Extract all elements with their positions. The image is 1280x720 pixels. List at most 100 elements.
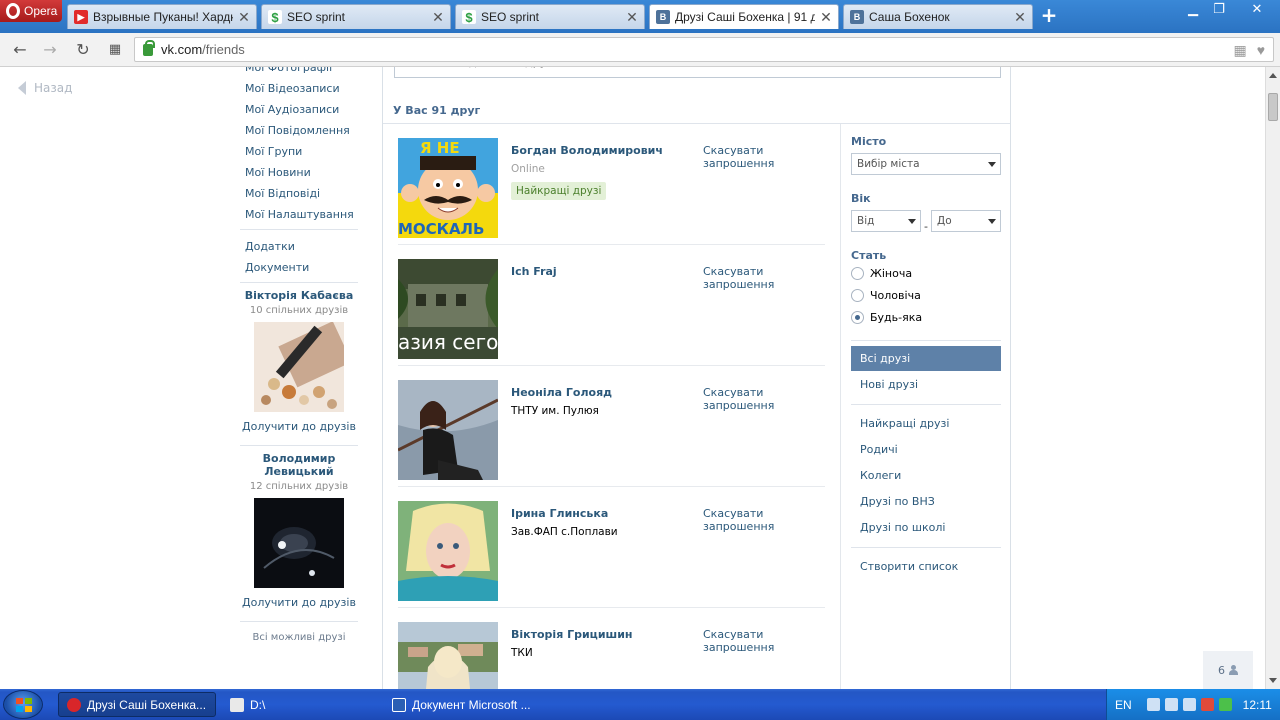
radio-icon	[851, 289, 864, 302]
vertical-scrollbar[interactable]	[1265, 67, 1280, 689]
speed-dial-icon[interactable]: ▦	[105, 40, 125, 60]
tray-app-icon[interactable]	[1146, 698, 1160, 711]
menu-my-settings[interactable]: Мої Налаштування	[240, 204, 360, 225]
close-icon[interactable]: ✕	[432, 9, 444, 26]
menu-apps[interactable]: Додатки	[240, 236, 360, 257]
create-list-link[interactable]: Створити список	[851, 554, 1001, 579]
folder-icon	[230, 697, 244, 712]
close-window-button[interactable]: ✕	[1244, 0, 1270, 20]
list-university-friends[interactable]: Друзі по ВНЗ	[851, 489, 1001, 514]
close-icon[interactable]: ✕	[238, 9, 250, 26]
sex-radio-male[interactable]: Чоловіча	[851, 289, 921, 302]
city-select[interactable]: Вибір міста	[851, 153, 1001, 175]
menu-my-videos[interactable]: Мої Відеозаписи	[240, 78, 360, 99]
sex-radio-any[interactable]: Будь-яка	[851, 311, 922, 324]
start-button[interactable]	[3, 690, 43, 719]
network-icon[interactable]	[1164, 698, 1178, 711]
friend-avatar[interactable]: Я НЕ МОСКАЛЬ	[398, 138, 498, 238]
opera-menu-button[interactable]: Opera	[0, 0, 62, 22]
menu-my-audio[interactable]: Мої Аудіозаписи	[240, 99, 360, 120]
menu-my-messages[interactable]: Мої Повідомлення	[240, 120, 360, 141]
cancel-request-link[interactable]: Скасувати запрошення	[703, 265, 783, 291]
back-link[interactable]: Назад	[18, 81, 72, 95]
back-arrow-icon[interactable]: ←	[10, 40, 30, 60]
suggestion-photo[interactable]	[254, 498, 344, 588]
speaker-icon[interactable]	[1182, 698, 1196, 711]
cancel-request-link[interactable]: Скасувати запрошення	[703, 507, 783, 533]
friend-name[interactable]: Ірина Глинська	[511, 507, 608, 520]
suggestion-common-friends[interactable]: 10 спільних друзів	[240, 305, 358, 316]
friend-avatar[interactable]: азия сего	[398, 259, 498, 359]
tab-vk-profile[interactable]: В Саша Бохенок ✕	[843, 4, 1033, 29]
grid-icon[interactable]: ▦	[1233, 42, 1246, 59]
list-colleagues[interactable]: Колеги	[851, 463, 1001, 488]
friend-name[interactable]: Ich Fraj	[511, 265, 557, 278]
taskbar-item-word[interactable]: Документ Microsoft ...	[384, 692, 542, 717]
list-best-friends[interactable]: Найкращі друзі	[851, 411, 1001, 436]
friend-name[interactable]: Богдан Володимирович	[511, 144, 663, 157]
friend-name[interactable]: Вікторія Грицишин	[511, 628, 633, 641]
add-friend-link[interactable]: Долучити до друзів	[240, 596, 358, 609]
minimize-button[interactable]: ▁	[1180, 0, 1206, 20]
friend-avatar[interactable]	[398, 622, 498, 689]
person-icon	[1229, 665, 1238, 675]
list-new-friends[interactable]: Нові друзі	[851, 372, 1001, 397]
filters-panel: Місто Вибір міста Вік Від - До Стать Жін…	[840, 124, 1011, 689]
torrent-icon[interactable]	[1218, 698, 1232, 711]
all-possible-friends-link[interactable]: Всі можливі друзі	[240, 632, 358, 643]
menu-my-news[interactable]: Мої Новини	[240, 162, 360, 183]
age-to-select[interactable]: До	[931, 210, 1001, 232]
friends-list: Я НЕ МОСКАЛЬ Богдан Володимирович Online…	[398, 124, 825, 689]
antivirus-icon[interactable]	[1200, 698, 1214, 711]
age-from-select[interactable]: Від	[851, 210, 921, 232]
close-icon[interactable]: ✕	[1014, 9, 1026, 26]
cancel-request-link[interactable]: Скасувати запрошення	[703, 386, 783, 412]
suggestion-name[interactable]: Володимир Левицький	[240, 452, 358, 478]
close-icon[interactable]: ✕	[626, 9, 638, 26]
taskbar-item-label: D:\	[250, 697, 266, 712]
menu-my-groups[interactable]: Мої Групи	[240, 141, 360, 162]
cancel-request-link[interactable]: Скасувати запрошення	[703, 144, 783, 170]
address-bar-area: ← → ↻ ▦ vk.com/friends ▦ ♥	[0, 33, 1280, 67]
menu-documents[interactable]: Документи	[240, 257, 360, 278]
maximize-button[interactable]: ❐	[1206, 0, 1232, 20]
lock-icon	[143, 39, 155, 56]
taskbar-item-folder[interactable]: D:\	[222, 692, 380, 717]
suggestion-name[interactable]: Вікторія Кабаєва	[240, 289, 358, 302]
tab-vk-friends[interactable]: В Друзі Саші Бохенка | 91 дру ✕	[649, 4, 839, 29]
url-field[interactable]: vk.com/friends ▦ ♥	[134, 37, 1274, 62]
scroll-thumb[interactable]	[1268, 93, 1278, 121]
menu-my-photos[interactable]: Мої Фотографії	[240, 67, 360, 78]
clock[interactable]: 12:11	[1243, 698, 1272, 712]
heart-icon[interactable]: ♥	[1257, 42, 1265, 59]
forward-arrow-icon[interactable]: →	[40, 40, 60, 60]
suggestion-common-friends[interactable]: 12 спільних друзів	[240, 481, 358, 492]
reload-icon[interactable]: ↻	[73, 40, 93, 60]
sex-radio-female[interactable]: Жіноча	[851, 267, 912, 280]
menu-my-replies[interactable]: Мої Відповіді	[240, 183, 360, 204]
scroll-down-icon[interactable]	[1269, 678, 1277, 683]
cancel-request-link[interactable]: Скасувати запрошення	[703, 628, 783, 654]
tab-seo-sprint-2[interactable]: $ SEO sprint ✕	[455, 4, 645, 29]
add-friend-link[interactable]: Долучити до друзів	[240, 420, 358, 433]
suggestion-photo[interactable]	[254, 321, 352, 412]
tab-seo-sprint-1[interactable]: $ SEO sprint ✕	[261, 4, 451, 29]
radio-label: Будь-яка	[870, 311, 923, 324]
list-relatives[interactable]: Родичі	[851, 437, 1001, 462]
list-all-friends[interactable]: Всі друзі	[851, 346, 1001, 371]
tab-youtube[interactable]: ▶ Взрывные Пуканы! Хардкор ✕	[67, 4, 257, 29]
friend-avatar[interactable]	[398, 501, 498, 601]
scroll-up-icon[interactable]	[1269, 73, 1277, 78]
friend-search-input[interactable]: Почніть вводити ім'я друга	[394, 67, 1001, 78]
close-icon[interactable]: ✕	[820, 9, 832, 26]
friend-row: Ірина Глинська Зав.ФАП с.Поплави Скасува…	[398, 487, 825, 608]
friend-name[interactable]: Неоніла Голояд	[511, 386, 612, 399]
new-tab-button[interactable]: +	[1040, 5, 1058, 25]
notif-count: 6	[1218, 663, 1225, 677]
list-school-friends[interactable]: Друзі по школі	[851, 515, 1001, 540]
friend-avatar[interactable]	[398, 380, 498, 480]
taskbar-item-opera[interactable]: Друзі Саші Бохенка...	[58, 692, 216, 717]
best-friends-badge[interactable]: Найкращі друзі	[511, 182, 607, 200]
friend-requests-badge[interactable]: 6	[1203, 651, 1253, 689]
language-indicator[interactable]: EN	[1115, 698, 1132, 712]
